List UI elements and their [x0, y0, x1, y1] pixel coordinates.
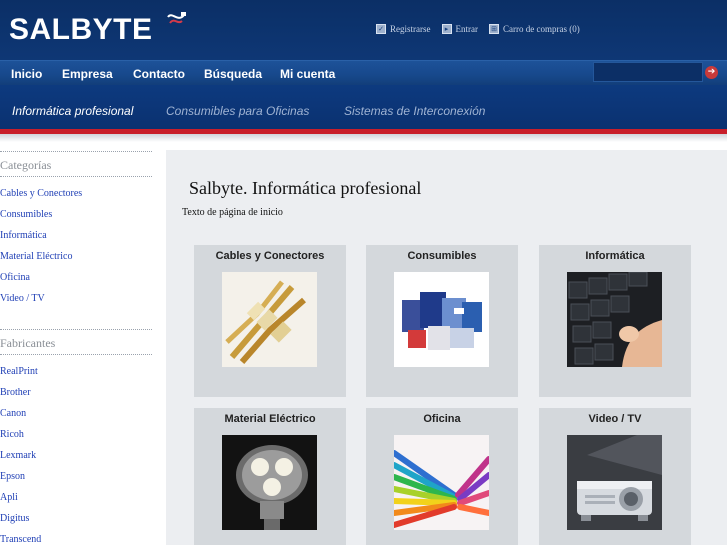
manufacturers-heading: Fabricantes	[0, 336, 56, 350]
divider	[0, 354, 152, 355]
card-title: Cables y Conectores	[215, 250, 325, 262]
manufacturer-link[interactable]: Transcend	[0, 534, 41, 545]
category-card-cables[interactable]: Cables y Conectores	[194, 245, 346, 397]
manufacturer-link[interactable]: Brother	[0, 387, 31, 399]
card-title: Material Eléctrico	[224, 413, 316, 425]
manufacturer-link[interactable]: RealPrint	[0, 366, 38, 378]
login-icon: ▸	[441, 24, 452, 34]
manufacturer-link[interactable]: Lexmark	[0, 450, 36, 462]
page-intro: Texto de página de inicio	[182, 207, 283, 218]
login-link[interactable]: ▸ Entrar	[441, 24, 479, 34]
site-header: SALBYTE ✓ Registrarse ▸ Entrar ⊞ Carro d…	[0, 0, 727, 60]
divider	[0, 151, 152, 152]
cart-link-label: Carro de compras (0)	[503, 24, 580, 34]
ink-cartridges-photo[interactable]	[394, 272, 489, 367]
divider	[0, 329, 152, 330]
check-icon: ✓	[376, 24, 386, 34]
card-title: Consumibles	[407, 250, 477, 262]
category-card-informatica[interactable]: Informática	[539, 245, 691, 397]
cart-link[interactable]: ⊞ Carro de compras (0)	[489, 24, 580, 34]
colored-pencils-photo[interactable]	[394, 435, 489, 530]
login-link-label: Entrar	[455, 24, 479, 34]
nav-item-inicio[interactable]: Inicio	[11, 67, 42, 81]
nav-item-mi-cuenta[interactable]: Mi cuenta	[280, 67, 335, 81]
card-title: Oficina	[423, 413, 461, 425]
category-card-material-electrico[interactable]: Material Eléctrico	[194, 408, 346, 545]
cart-icon: ⊞	[489, 24, 499, 34]
card-title: Informática	[585, 250, 645, 262]
subnav-item-consumibles[interactable]: Consumibles para Oficinas	[166, 104, 309, 118]
page-title: Salbyte. Informática profesional	[189, 178, 422, 198]
manufacturer-link[interactable]: Epson	[0, 471, 25, 483]
manufacturer-link[interactable]: Apli	[0, 492, 18, 504]
arrow-right-icon[interactable]: ➔	[705, 66, 718, 79]
category-link[interactable]: Video / TV	[0, 293, 45, 305]
manufacturer-link[interactable]: Canon	[0, 408, 26, 420]
category-link[interactable]: Cables y Conectores	[0, 188, 82, 200]
subnav-item-interconexion[interactable]: Sistemas de Interconexión	[344, 104, 485, 118]
sidebar: Categorías Cables y Conectores Consumibl…	[0, 142, 166, 545]
subnav-item-informatica[interactable]: Informática profesional	[12, 104, 133, 118]
top-links: ✓ Registrarse ▸ Entrar ⊞ Carro de compra…	[376, 23, 591, 35]
category-link[interactable]: Informática	[0, 230, 47, 242]
nav-item-empresa[interactable]: Empresa	[62, 67, 113, 81]
divider	[0, 176, 152, 177]
led-bulb-photo[interactable]	[222, 435, 317, 530]
category-card-video-tv[interactable]: Video / TV	[539, 408, 691, 545]
network-cables-photo[interactable]	[222, 272, 317, 367]
register-link-label: Registrarse	[390, 24, 431, 34]
category-card-consumibles[interactable]: Consumibles	[366, 245, 518, 397]
sub-nav: Informática profesional Consumibles para…	[0, 85, 727, 129]
shadow-divider	[0, 134, 727, 142]
manufacturer-link[interactable]: Digitus	[0, 513, 29, 525]
category-link[interactable]: Consumibles	[0, 209, 52, 221]
category-link[interactable]: Material Eléctrico	[0, 251, 72, 263]
category-card-oficina[interactable]: Oficina	[366, 408, 518, 545]
keyboard-photo[interactable]	[567, 272, 662, 367]
site-logo[interactable]: SALBYTE	[9, 12, 153, 48]
search-input[interactable]	[593, 62, 703, 82]
logo-cable-icon	[167, 12, 186, 24]
categories-heading: Categorías	[0, 158, 52, 172]
projector-photo[interactable]	[567, 435, 662, 530]
nav-item-contacto[interactable]: Contacto	[133, 67, 185, 81]
card-title: Video / TV	[588, 413, 642, 425]
nav-item-busqueda[interactable]: Búsqueda	[204, 67, 262, 81]
manufacturer-link[interactable]: Ricoh	[0, 429, 24, 441]
register-link[interactable]: ✓ Registrarse	[376, 24, 431, 34]
category-link[interactable]: Oficina	[0, 272, 30, 284]
